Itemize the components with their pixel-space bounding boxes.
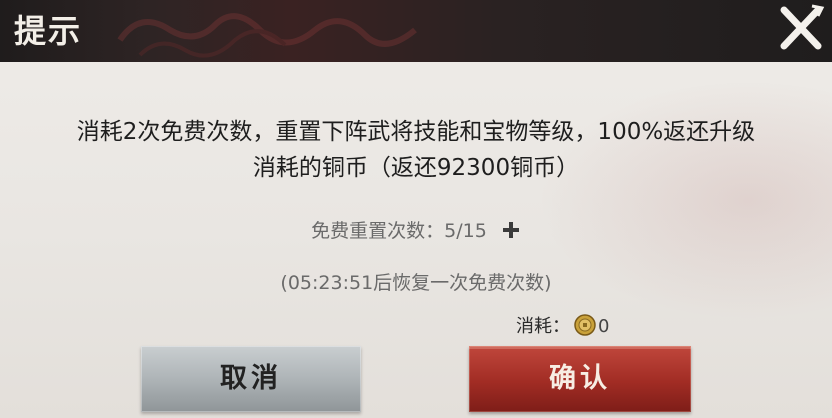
copper-coin-icon <box>574 314 596 336</box>
close-icon <box>780 4 825 50</box>
free-reset-count-row: 免费重置次数：5/15 <box>0 216 832 243</box>
free-reset-count: 5/15 <box>444 220 487 242</box>
cancel-button[interactable]: 取消 <box>141 346 361 412</box>
title-bar: 提示 <box>0 0 832 62</box>
add-free-reset-button[interactable] <box>501 220 521 240</box>
dialog-message: 消耗2次免费次数，重置下阵武将技能和宝物等级，100%返还升级 消耗的铜币（返还… <box>20 114 812 186</box>
confirm-button[interactable]: 确认 <box>469 346 691 412</box>
message-line-2: 消耗的铜币（返还92300铜币） <box>252 155 580 181</box>
close-button[interactable] <box>776 2 826 54</box>
dialog-title: 提示 <box>14 12 83 50</box>
free-reset-label: 免费重置次数： <box>311 220 445 242</box>
reset-confirm-dialog: 提示 消耗2次免费次数，重置下阵武将技能和宝物等级，100%返还升级 消耗的铜币… <box>0 0 832 418</box>
recovery-timer: (05:23:51后恢复一次免费次数) <box>280 272 552 294</box>
message-line-1: 消耗2次免费次数，重置下阵武将技能和宝物等级，100%返还升级 <box>76 119 756 145</box>
cost-row: 消耗： 0 <box>516 314 609 340</box>
cost-label: 消耗： <box>516 316 570 337</box>
plus-icon <box>502 221 519 238</box>
cost-value: 0 <box>598 316 610 337</box>
cloud-pattern-decoration <box>117 13 417 58</box>
